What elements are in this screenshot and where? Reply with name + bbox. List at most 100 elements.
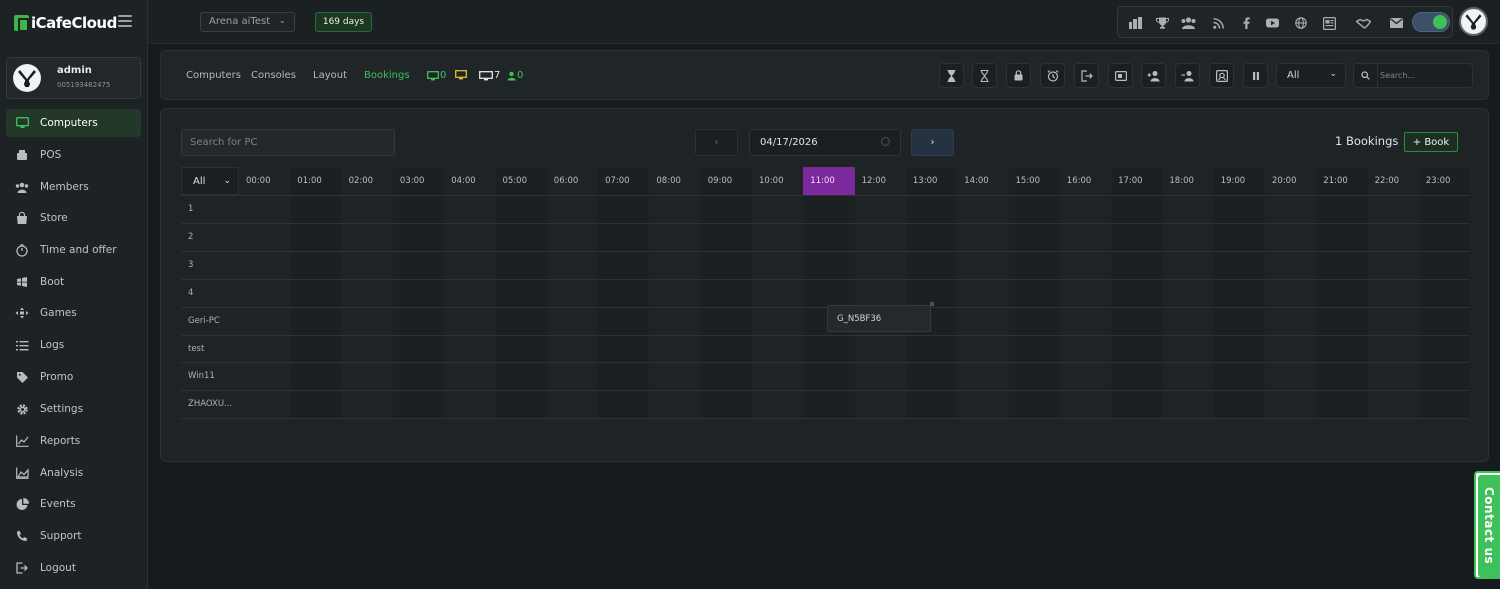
top-avatar[interactable] — [1459, 7, 1488, 36]
user-add-button[interactable] — [1141, 63, 1166, 88]
screenshot-button[interactable] — [1209, 63, 1234, 88]
sidebar-item-games[interactable]: Games — [6, 299, 141, 327]
sidebar-item-support[interactable]: Support — [6, 522, 141, 550]
user-remove-button[interactable] — [1175, 63, 1200, 88]
card-icon — [1114, 70, 1127, 81]
hour-label: 14:00 — [964, 176, 989, 186]
monitor-white-icon — [479, 70, 493, 80]
sidebar-item-time-offer[interactable]: Time and offer — [6, 236, 141, 264]
hamburger-menu-icon[interactable] — [118, 15, 132, 27]
sidebar-item-analysis[interactable]: Analysis — [6, 459, 141, 487]
alarm-button[interactable] — [1040, 63, 1065, 88]
sidebar-item-promo[interactable]: Promo — [6, 363, 141, 391]
tab-computers[interactable]: Computers — [186, 70, 241, 81]
user-id: 005193482475 — [57, 81, 111, 89]
sidebar-item-reports[interactable]: Reports — [6, 427, 141, 455]
mail-icon[interactable] — [1388, 15, 1404, 31]
pause-button[interactable] — [1243, 63, 1268, 88]
exit-button[interactable] — [1074, 63, 1099, 88]
arena-select[interactable]: Arena aiTest ⌄ — [200, 12, 295, 32]
date-picker[interactable]: 04/17/2026 — [749, 129, 901, 156]
globe-icon[interactable] — [1293, 15, 1309, 31]
tab-consoles[interactable]: Consoles — [251, 70, 296, 81]
sidebar-item-store[interactable]: Store — [6, 204, 141, 232]
row-divider — [181, 222, 1469, 224]
timeline-filter-select[interactable]: All ⌄ — [181, 167, 239, 195]
sidebar-item-label: Settings — [40, 403, 84, 415]
sidebar-item-events[interactable]: Events — [6, 490, 141, 518]
row-divider — [181, 250, 1469, 252]
stat-busy-pcs — [455, 70, 468, 80]
exit-icon — [1080, 69, 1093, 82]
card-button[interactable] — [1108, 63, 1133, 88]
sidebar-item-label: Logout — [40, 562, 76, 574]
hour-label: 22:00 — [1374, 176, 1400, 186]
search-icon[interactable] — [1354, 64, 1378, 87]
members-icon — [15, 180, 29, 194]
group-icon[interactable] — [1180, 15, 1196, 31]
handshake-icon[interactable] — [1355, 15, 1371, 31]
book-button[interactable]: + Book — [1404, 132, 1458, 152]
user-remove-icon — [1181, 70, 1195, 82]
pc-search-input[interactable] — [181, 129, 395, 156]
sidebar-item-label: Games — [40, 307, 77, 319]
sidebar-item-logout[interactable]: Logout — [6, 554, 141, 582]
sidebar-item-logs[interactable]: Logs — [6, 331, 141, 359]
previous-day-button[interactable]: ‹ — [695, 129, 738, 156]
sidebar-item-label: Events — [40, 498, 76, 510]
clear-date-icon[interactable] — [881, 137, 890, 146]
user-profile-card[interactable]: admin 005193482475 — [6, 57, 141, 99]
dashboard-icon[interactable] — [1127, 15, 1143, 31]
hour-label: 01:00 — [297, 176, 322, 186]
resize-handle[interactable] — [930, 302, 934, 306]
sidebar-item-computers[interactable]: Computers — [6, 109, 141, 137]
user-green-icon — [507, 71, 516, 80]
rss-icon[interactable] — [1210, 15, 1226, 31]
hour-label: 02:00 — [348, 176, 374, 186]
hour-label: 07:00 — [605, 176, 630, 186]
tab-bookings[interactable]: Bookings — [364, 70, 410, 81]
lock-button[interactable] — [1006, 63, 1031, 88]
hour-column — [752, 167, 804, 419]
chevron-right-icon: › — [930, 137, 935, 148]
contact-us-tab[interactable]: Contact us — [1474, 471, 1500, 579]
top-bar: Arena aiTest ⌄ 169 days — [148, 0, 1500, 44]
sidebar-item-members[interactable]: Members — [6, 173, 141, 201]
sidebar-item-label: POS — [40, 149, 62, 161]
sidebar-item-settings[interactable]: Settings — [6, 395, 141, 423]
booking-block[interactable]: G_N5BF36 — [827, 302, 934, 332]
trophy-icon[interactable] — [1154, 15, 1170, 31]
news-icon[interactable] — [1321, 15, 1337, 31]
monitor-green-icon — [427, 70, 439, 80]
sidebar-item-label: Computers — [40, 117, 98, 129]
hour-column — [700, 167, 752, 419]
brand-logo[interactable]: iCafeCloud — [14, 13, 117, 33]
stat-online-users-value: 0 — [517, 70, 524, 81]
sidebar-item-label: Logs — [40, 339, 65, 351]
sidebar-item-pos[interactable]: POS — [6, 141, 141, 169]
theme-toggle[interactable] — [1412, 12, 1450, 32]
chevron-left-icon: ‹ — [714, 137, 719, 148]
hourglass-empty-button[interactable] — [972, 63, 997, 88]
hour-label: 04:00 — [451, 176, 476, 186]
row-divider — [181, 334, 1469, 336]
hour-label: 00:00 — [246, 176, 271, 186]
search-input[interactable] — [1380, 67, 1468, 84]
hourglass-full-button[interactable] — [939, 63, 964, 88]
hour-column — [341, 167, 393, 419]
hour-label: 15:00 — [1015, 176, 1041, 186]
youtube-icon[interactable] — [1264, 15, 1280, 31]
facebook-icon[interactable] — [1238, 15, 1254, 31]
sidebar-item-boot[interactable]: Boot — [6, 268, 141, 296]
hour-label: 10:00 — [759, 176, 784, 186]
next-day-button[interactable]: › — [911, 129, 954, 156]
stat-online-users: 0 — [507, 70, 523, 81]
hour-column — [1418, 167, 1471, 419]
tab-layout[interactable]: Layout — [313, 70, 347, 81]
hour-label: 03:00 — [399, 176, 425, 186]
list-icon — [15, 338, 29, 352]
pc-filter-select[interactable]: All ⌄ — [1276, 63, 1346, 88]
pie-chart-icon — [15, 497, 29, 511]
hour-column — [1367, 167, 1419, 419]
chevron-down-icon: ⌄ — [278, 16, 286, 26]
